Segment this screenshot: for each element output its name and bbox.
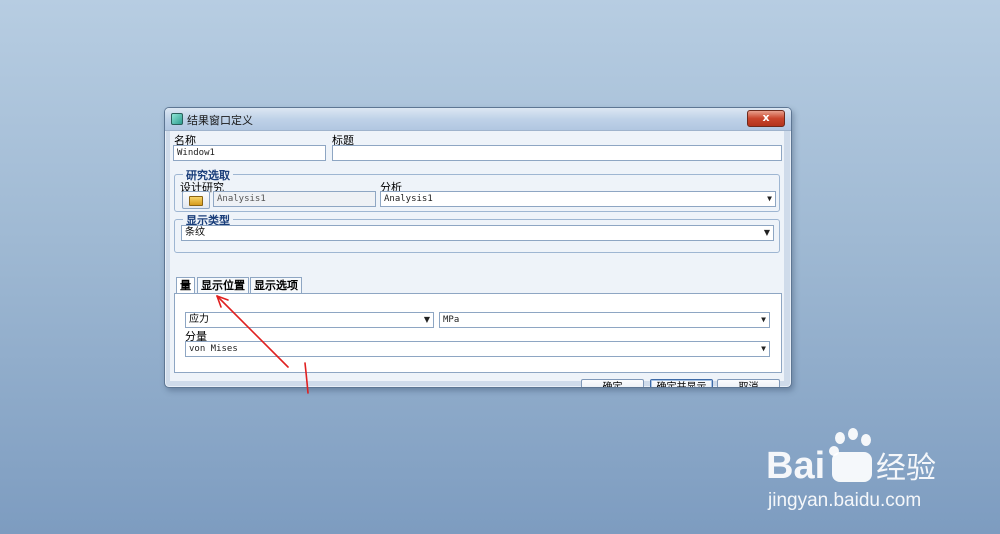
paw-logo-icon — [829, 428, 871, 456]
du-paw-icon — [832, 452, 872, 482]
watermark-url: jingyan.baidu.com — [767, 490, 921, 511]
arrow-icon — [216, 295, 309, 394]
baidu-jingyan-watermark: Bai 经验 jingyan.baidu.com — [766, 428, 936, 511]
watermark-brand-right: 经验 — [876, 451, 936, 486]
watermark-brand-left: Bai — [766, 445, 825, 487]
